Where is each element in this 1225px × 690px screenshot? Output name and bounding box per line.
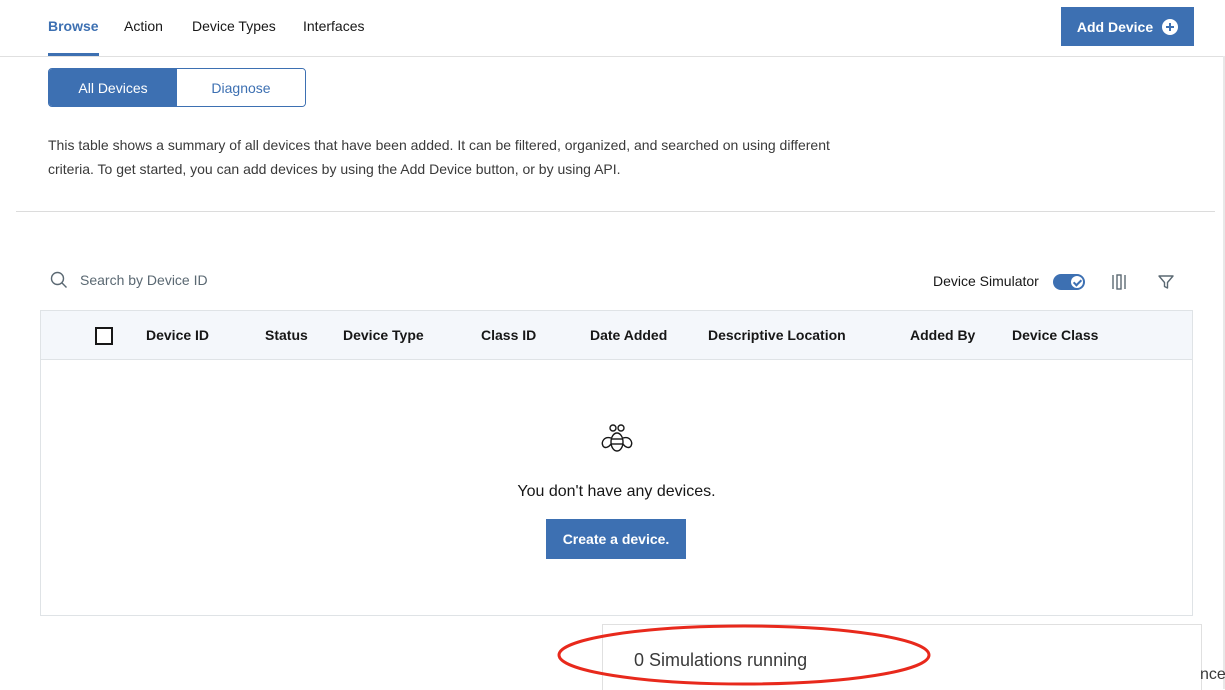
create-device-button[interactable]: Create a device. xyxy=(546,519,686,559)
column-status[interactable]: Status xyxy=(265,327,308,343)
search-icon xyxy=(50,271,67,288)
empty-state-message: You don't have any devices. xyxy=(517,483,716,500)
device-simulator-toggle[interactable] xyxy=(1053,274,1085,290)
top-navigation: Browse Action Device Types Interfaces Ad… xyxy=(0,0,1225,57)
add-device-label: Add Device xyxy=(1076,18,1154,35)
table-header: Device ID Status Device Type Class ID Da… xyxy=(41,311,1192,360)
device-simulator-label: Device Simulator xyxy=(933,273,1039,289)
column-date-added[interactable]: Date Added xyxy=(590,327,667,343)
truncated-label: nce xyxy=(1200,666,1225,683)
select-all-checkbox[interactable] xyxy=(95,327,113,345)
column-class-id[interactable]: Class ID xyxy=(481,327,536,343)
column-device-id[interactable]: Device ID xyxy=(146,327,209,343)
filter-icon[interactable] xyxy=(1157,273,1175,291)
search-input[interactable]: Search by Device ID xyxy=(80,272,208,288)
column-descriptive-location[interactable]: Descriptive Location xyxy=(708,327,846,343)
all-devices-button[interactable]: All Devices xyxy=(49,69,177,106)
simulations-status: 0 Simulations running xyxy=(634,650,808,670)
columns-icon[interactable] xyxy=(1110,273,1128,291)
column-device-type[interactable]: Device Type xyxy=(343,327,424,343)
tab-interfaces[interactable]: Interfaces xyxy=(303,0,364,56)
page-description: This table shows a summary of all device… xyxy=(48,137,830,177)
section-divider xyxy=(16,211,1215,212)
plus-circle-icon xyxy=(1162,18,1179,35)
check-icon xyxy=(1071,276,1083,288)
diagnose-button[interactable]: Diagnose xyxy=(177,69,305,106)
column-added-by[interactable]: Added By xyxy=(910,327,975,343)
column-device-class[interactable]: Device Class xyxy=(1012,327,1098,343)
view-switcher: All Devices Diagnose xyxy=(48,68,306,107)
devices-table: Device ID Status Device Type Class ID Da… xyxy=(40,310,1193,616)
add-device-button[interactable]: Add Device xyxy=(1061,7,1194,46)
tab-action[interactable]: Action xyxy=(124,0,163,56)
bee-icon xyxy=(601,424,633,452)
tab-browse[interactable]: Browse xyxy=(48,0,99,56)
tab-device-types[interactable]: Device Types xyxy=(192,0,276,56)
simulations-panel[interactable]: 0 Simulations running xyxy=(602,624,1202,690)
device-search[interactable]: Search by Device ID xyxy=(50,268,208,292)
